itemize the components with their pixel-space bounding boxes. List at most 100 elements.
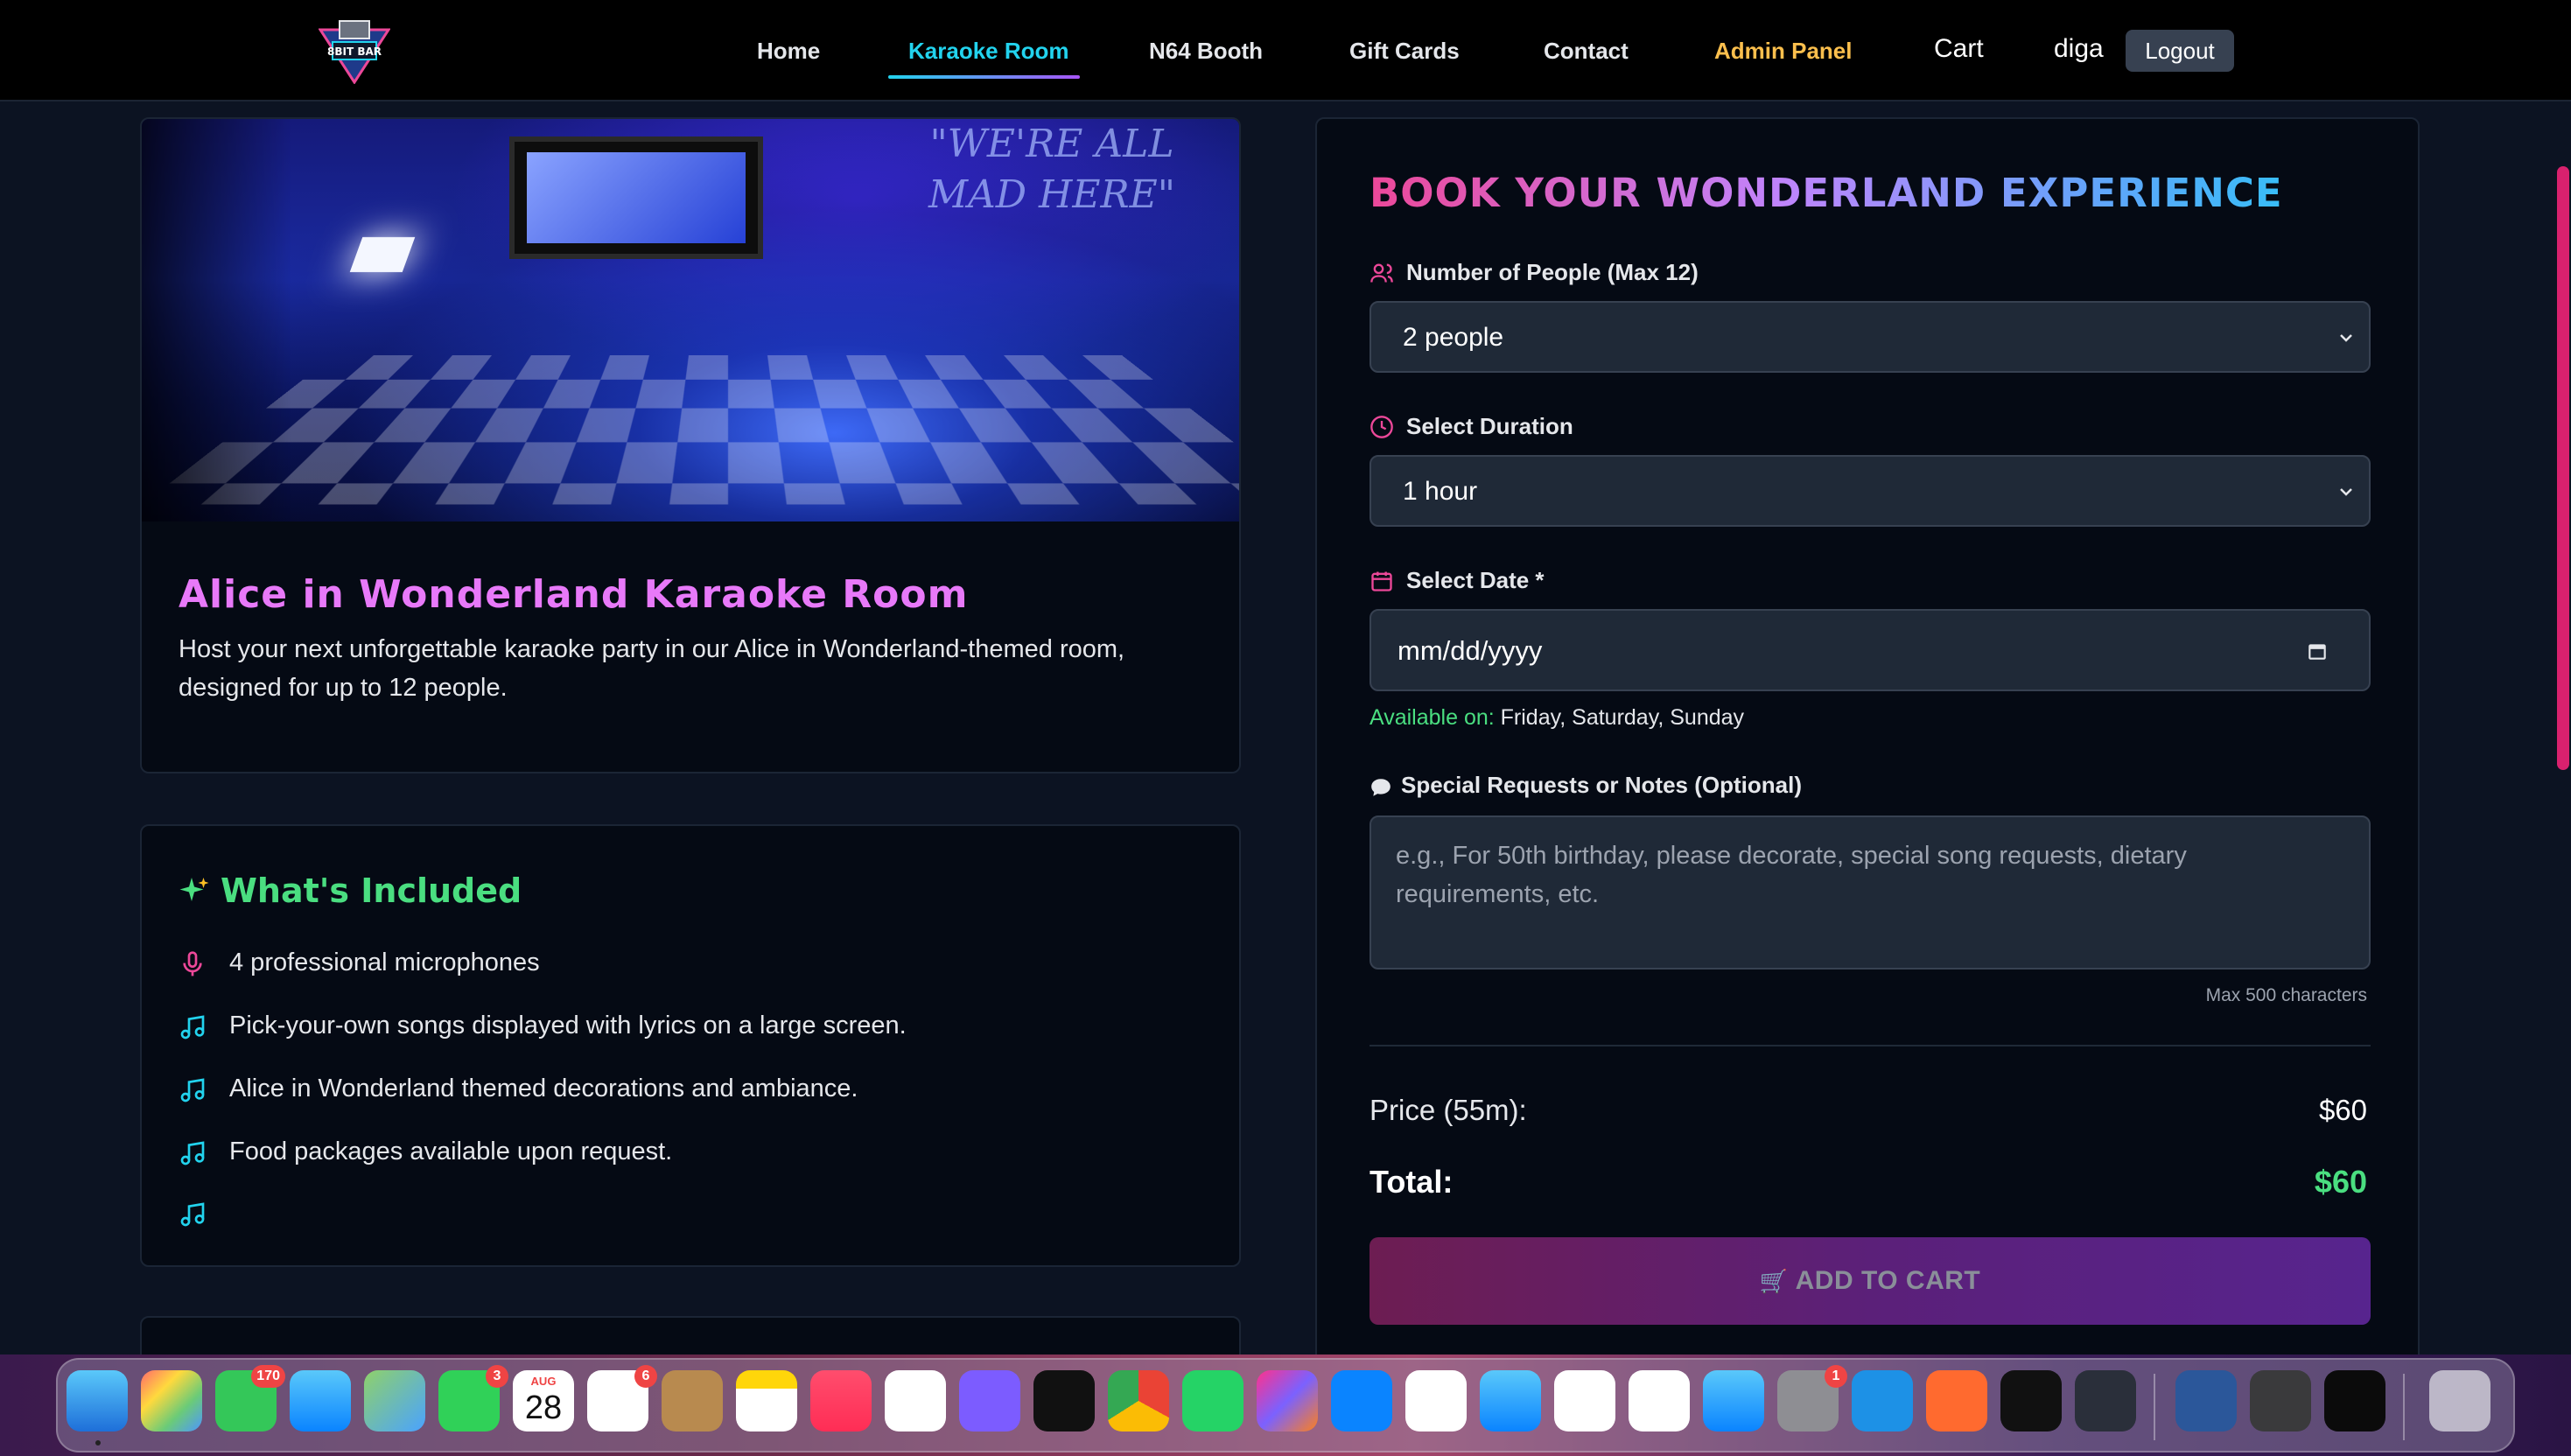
calculator-icon[interactable] [2250, 1370, 2311, 1432]
system-settings-icon[interactable]: 1 [1777, 1370, 1839, 1432]
pen-app-icon[interactable] [1926, 1370, 1987, 1432]
chatgpt-icon[interactable] [1629, 1370, 1690, 1432]
notes-textarea[interactable]: e.g., For 50th birthday, please decorate… [1370, 816, 2371, 970]
chrome-icon[interactable] [1108, 1370, 1169, 1432]
finder-icon[interactable] [67, 1370, 128, 1432]
nav-username: diga [2054, 32, 2104, 66]
calendar-day: 28 [513, 1390, 574, 1426]
next-card [140, 1316, 1241, 1354]
duration-select[interactable]: 1 hour [1370, 455, 2371, 527]
max-characters-hint: Max 500 characters [2206, 985, 2367, 1006]
ghost-app-icon[interactable] [959, 1370, 1020, 1432]
messages-badge: 170 [251, 1365, 285, 1388]
available-days: Friday, Saturday, Sunday [1501, 705, 1744, 730]
settings-badge: 1 [1825, 1365, 1847, 1388]
date-input[interactable]: mm/dd/yyyy [1370, 609, 2371, 691]
safari-icon[interactable] [1480, 1370, 1541, 1432]
duration-select-value: 1 hour [1403, 477, 1477, 506]
availability-text: Available on: Friday, Saturday, Sunday [1370, 705, 1744, 731]
app-store-icon[interactable] [1703, 1370, 1764, 1432]
bar-logo[interactable]: 8BIT BAR [319, 18, 390, 84]
included-item: Food packages available upon request. [229, 1138, 672, 1166]
dock-separator [2403, 1374, 2405, 1440]
cart-icon: 🛒 [1760, 1268, 1789, 1294]
mongodb-icon[interactable] [885, 1370, 946, 1432]
music-icon[interactable] [810, 1370, 872, 1432]
sparkle-icon [179, 875, 210, 906]
nav-n64-booth[interactable]: N64 Booth [1149, 33, 1263, 68]
included-item: Alice in Wonderland themed decorations a… [229, 1074, 858, 1103]
freeform-icon[interactable] [1405, 1370, 1467, 1432]
date-placeholder: mm/dd/yyyy [1398, 635, 1542, 666]
add-to-cart-button[interactable]: 🛒 ADD TO CART [1370, 1237, 2371, 1325]
people-select-value: 2 people [1403, 323, 1503, 352]
vscode-icon[interactable] [1331, 1370, 1392, 1432]
duration-label: Select Duration [1406, 413, 1573, 440]
microphone-icon [179, 950, 207, 978]
booking-form-card: BOOK YOUR WONDERLAND EXPERIENCE Number o… [1315, 117, 2420, 1354]
date-picker-icon[interactable] [2306, 639, 2329, 663]
room-title: Alice in Wonderland Karaoke Room [179, 572, 968, 617]
running-indicator [95, 1440, 101, 1446]
people-icon [1370, 261, 1394, 285]
date-label: Select Date * [1406, 567, 1545, 594]
nav-gift-cards[interactable]: Gift Cards [1349, 33, 1460, 68]
calendar-app-icon[interactable]: AUG 28 [513, 1370, 574, 1432]
word-icon[interactable] [2175, 1370, 2237, 1432]
chevron-down-icon [2337, 329, 2355, 346]
maps-icon[interactable] [364, 1370, 425, 1432]
reminders-icon[interactable]: 6 [587, 1370, 648, 1432]
intellij-icon[interactable] [1257, 1370, 1318, 1432]
page-scrollbar[interactable] [2557, 166, 2569, 770]
room-hero-image: "WE'RE ALL MAD HERE" [142, 119, 1241, 522]
iphone-mirroring-icon[interactable] [1554, 1370, 1615, 1432]
contacts-icon[interactable] [662, 1370, 723, 1432]
clock-icon [1370, 415, 1394, 439]
total-value: $60 [2315, 1164, 2367, 1200]
box-app-icon[interactable] [1033, 1370, 1095, 1432]
nav-karaoke-room[interactable]: Karaoke Room [908, 33, 1069, 68]
included-title: What's Included [221, 872, 522, 910]
calendar-month: AUG [513, 1374, 574, 1390]
docker-icon[interactable] [1852, 1370, 1913, 1432]
logout-button[interactable]: Logout [2126, 30, 2234, 72]
notes-placeholder: e.g., For 50th birthday, please decorate… [1396, 842, 2187, 908]
available-on-label: Available on: [1370, 705, 1495, 730]
nav-admin-panel[interactable]: Admin Panel [1714, 33, 1852, 68]
active-nav-underline [888, 75, 1080, 79]
messages-icon[interactable]: 170 [215, 1370, 277, 1432]
screen-glow [527, 152, 746, 243]
room-description: Host your next unforgettable karaoke par… [179, 630, 1211, 707]
calendar-icon [1370, 569, 1394, 593]
mail-icon[interactable] [290, 1370, 351, 1432]
zed-icon[interactable] [2000, 1370, 2062, 1432]
nav-cart[interactable]: Cart [1934, 32, 1984, 66]
included-item: Pick-your-own songs displayed with lyric… [229, 1012, 907, 1040]
activity-monitor-icon[interactable] [2324, 1370, 2385, 1432]
chevron-down-icon [2337, 483, 2355, 500]
whatsapp-icon[interactable] [1182, 1370, 1243, 1432]
browser-window: 8BIT BAR Home Karaoke Room N64 Booth Gif… [0, 0, 2571, 1354]
notes-app-icon[interactable] [736, 1370, 797, 1432]
people-select[interactable]: 2 people [1370, 301, 2371, 373]
total-label: Total: [1370, 1164, 1453, 1200]
included-item: 4 professional microphones [229, 948, 540, 977]
room-card: "WE'RE ALL MAD HERE" Alice in Wonderland… [140, 117, 1241, 774]
launchpad-icon[interactable] [141, 1370, 202, 1432]
people-label: Number of People (Max 12) [1406, 259, 1699, 286]
reminders-badge: 6 [634, 1365, 657, 1388]
dock-separator [2154, 1374, 2155, 1440]
add-to-cart-label: ADD TO CART [1796, 1266, 1981, 1295]
price-value: $60 [2319, 1094, 2367, 1127]
wall-quote: "WE'RE ALL MAD HERE" [903, 119, 1201, 220]
nav-home[interactable]: Home [757, 33, 820, 68]
booking-title: BOOK YOUR WONDERLAND EXPERIENCE [1370, 170, 2283, 216]
nav-contact[interactable]: Contact [1544, 33, 1629, 68]
included-card: What's Included 4 professional microphon… [140, 824, 1241, 1267]
music-note-icon [179, 1139, 207, 1167]
notes-label: Special Requests or Notes (Optional) [1401, 772, 1802, 799]
form-divider [1370, 1045, 2371, 1046]
quicktime-icon[interactable] [2075, 1370, 2136, 1432]
trash-icon[interactable] [2429, 1370, 2490, 1432]
facetime-icon[interactable]: 3 [438, 1370, 500, 1432]
